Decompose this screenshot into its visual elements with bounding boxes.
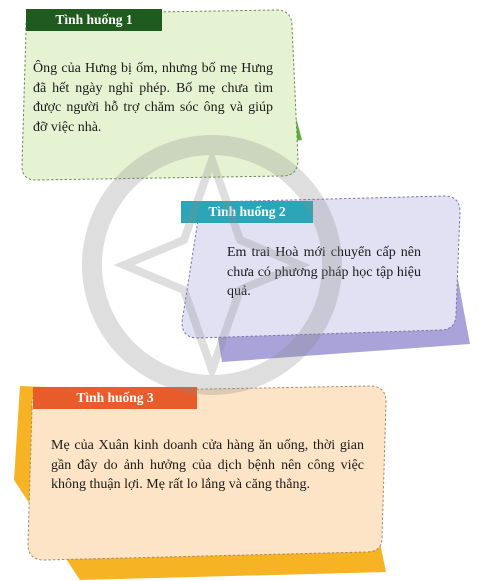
situation-1-label: Tình huống 1 (26, 9, 162, 31)
situation-3-label: Tình huống 3 (33, 387, 197, 409)
situation-1-text: Ông của Hưng bị ốm, nhưng bố mẹ Hưng đã … (33, 61, 273, 135)
situation-3-text: Mẹ của Xuân kinh doanh cửa hàng ăn uống,… (51, 438, 364, 492)
situation-2-text: Em trai Hoà mới chuyển cấp nên chưa có p… (227, 245, 421, 299)
situation-2-label: Tình huống 2 (181, 201, 313, 223)
